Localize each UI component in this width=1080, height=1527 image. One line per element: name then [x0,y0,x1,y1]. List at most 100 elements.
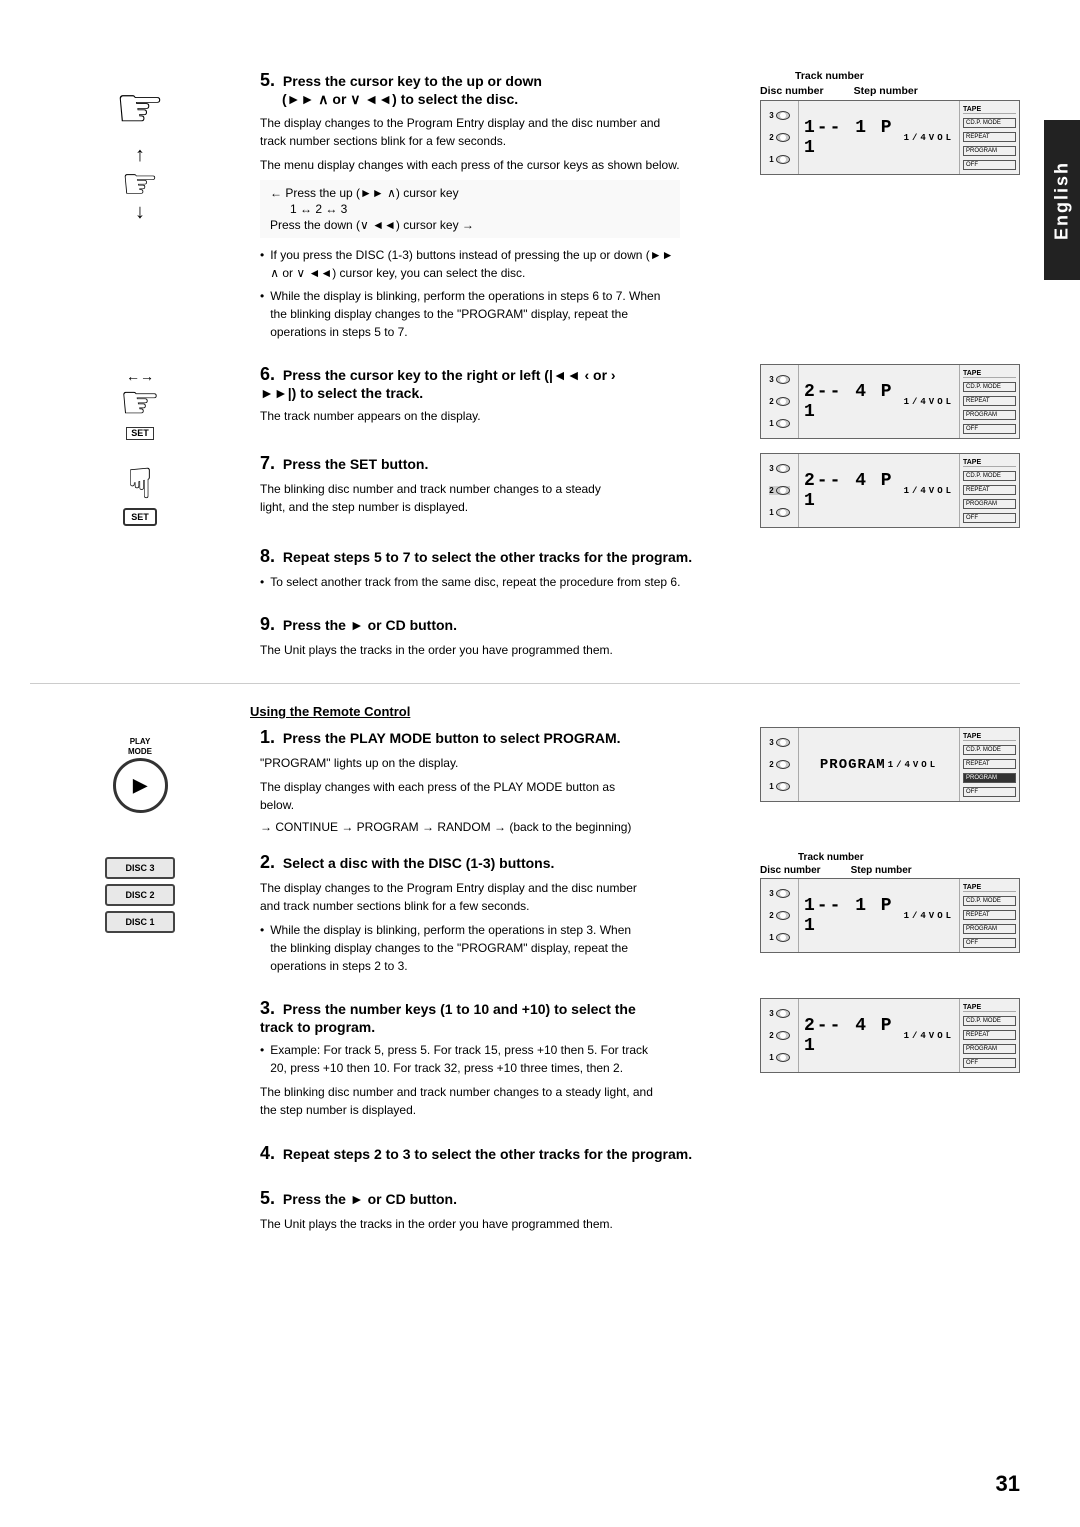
step5-header-text: Press the cursor key to the up or down [283,73,542,89]
cursor-note-block: ← Press the up (►► ∧) cursor key 1 ↔ 2 ↔… [260,180,680,238]
play-mode-icon-container: PLAYMODE ▶ [113,737,168,813]
step5-subheader: (►► ∧ or ∨ ◄◄) to select the disc. [282,91,518,107]
step6-body: The track number appears on the display. [260,407,620,425]
hand-arrows-icon: ↑ ☞ ↓ [121,140,159,224]
r2-label-row2: Disc number Step number [760,865,1020,876]
step5-right: 5. Press the cursor key to the up or dow… [250,70,1020,346]
r-step1-display-unit: 3 2 1 PROGRAM 1/4 [760,727,1020,802]
remote-heading: Using the Remote Control [250,704,1020,719]
step7-body: The blinking disc number and track numbe… [260,480,620,516]
play-mode-label: PLAYMODE [128,737,152,756]
r2-track-num-label: Track number [798,852,864,863]
cursor-up-label: ← Press the up (►► ∧) cursor key [270,186,459,200]
r-step2-header-text: Select a disc with the DISC (1-3) button… [283,855,554,871]
remote-section: Using the Remote Control [30,694,1020,727]
step9-right: 9. Press the ► or CD button. The Unit pl… [250,614,1020,665]
tape-label: TAPE [963,106,1016,114]
disc2-btn-label: DISC 2 [125,890,154,900]
r-step3-number: 3. [260,998,275,1018]
r-step5-left [30,1188,250,1239]
r-step3-header: 3. Press the number keys (1 to 10 and +1… [260,998,660,1035]
step8-row: 8. Repeat steps 5 to 7 to select the oth… [30,546,1020,596]
r3-seg: 2-- 4 P 1 [804,1016,902,1056]
seg-text-1: 1-- 1 P 1 [804,118,902,158]
r-step5-right: 5. Press the ► or CD button. The Unit pl… [250,1188,1020,1239]
program-text: PROGRAM [966,148,997,154]
step5-body1: The display changes to the Program Entry… [260,114,680,150]
r-step4-right: 4. Repeat steps 2 to 3 to select the oth… [250,1143,1020,1170]
r3-seg-text: 2-- 4 P 1 1/4VOL [799,999,959,1072]
step6-right: 6. Press the cursor key to the right or … [250,364,1020,439]
page-container: English ☞ ↑ ☞ ↓ [0,0,1080,1527]
step6-program: PROGRAM [963,410,1016,420]
r3-disc-icons: 3 2 1 [761,999,799,1072]
r2-disc2: 2 [769,911,789,920]
set-label: SET [126,427,154,440]
r2-vol: 1/4VOL [904,911,954,921]
disc2-row: 2 [769,133,789,142]
step6-display-area: 3 2 1 2-- 4 P 1 [760,364,1020,439]
r2-program: PROGRAM [963,924,1016,934]
r-step4-number: 4. [260,1143,275,1163]
seg-text-2: 2-- 4 P 1 [804,382,902,422]
disc3-btn-label: DISC 3 [125,863,154,873]
step7-disc1-icon [776,508,790,517]
r1-program-active: PROGRAM [963,773,1016,783]
r3-program: PROGRAM [963,1044,1016,1054]
r-step3-bullet: Example: For track 5, press 5. For track… [260,1041,660,1077]
step6-cdp: CD.P. MODE [963,382,1016,392]
r-step2-header: 2. Select a disc with the DISC (1-3) but… [260,852,640,873]
cursor-down-note: Press the down (∨ ◄◄) cursor key → [270,218,670,232]
step5-body2-text: The menu display changes with each press… [260,158,680,172]
r2-off: OFF [963,938,1016,948]
disc3-row: 3 [769,111,789,120]
display-disc-icons: 3 2 1 [761,101,799,174]
r-step2-bullet: While the display is blinking, perform t… [260,921,640,975]
r-step2-right: 2. Select a disc with the DISC (1-3) but… [250,852,1020,980]
r-step3-body2-text: The blinking disc number and track numbe… [260,1085,653,1117]
r1-disc3-icon [776,738,790,747]
step7-display-right: TAPE CD.P. MODE REPEAT PROGRAM OFF [959,454,1019,527]
step7-body-text: The blinking disc number and track numbe… [260,482,601,514]
program-seg-text: PROGRAM [820,757,886,773]
step7-set-button: SET [123,508,157,526]
r3-display-right: TAPE CD.P. MODE REPEAT PROGRAM OFF [959,999,1019,1072]
r2-seg: 1-- 1 P 1 [804,896,902,936]
step5-left: ☞ ↑ ☞ ↓ [30,70,250,346]
remote-right: Using the Remote Control [250,694,1020,727]
step6-disc1: 1 [769,419,789,428]
r-step3-body2: The blinking disc number and track numbe… [260,1083,660,1119]
step5-display-area: Track number Disc number Step number 3 [760,70,1020,175]
step7-seg-text: 2-- 4 P 1 1/4VOL [799,454,959,527]
r3-disc1: 1 [769,1053,789,1062]
language-label: English [1052,161,1073,240]
cd-p-mode-badge: CD.P. MODE [963,118,1016,128]
disc-number-label: Disc number [760,85,824,97]
step6-header-text: Press the cursor key to the right or lef… [260,367,616,401]
r-step2-bullet-text: While the display is blinking, perform t… [270,921,640,975]
program-badge: PROGRAM [963,146,1016,156]
r3-cdp: CD.P. MODE [963,1016,1016,1026]
step6-repeat: REPEAT [963,396,1016,406]
r1-disc3: 3 [769,738,789,747]
r2-label-row1: Track number [798,852,1020,863]
step5-bullet2-text: While the display is blinking, perform t… [270,287,680,341]
disc3-icon [776,111,790,120]
r2-disc-icons: 3 2 1 [761,879,799,952]
r2-disc3: 3 [769,889,789,898]
step8-bullet-text: To select another track from the same di… [270,573,680,591]
step5-display-unit: 3 2 1 1-- 1 P 1 [760,100,1020,175]
step6-display-right: TAPE CD.P. MODE REPEAT PROGRAM OFF [959,365,1019,438]
tape-text: TAPE [963,106,981,113]
step5-bullet1-text: If you press the DISC (1-3) buttons inst… [270,246,680,282]
step8-header-text: Repeat steps 5 to 7 to select the other … [283,549,692,565]
r-step1-header-text: Press the PLAY MODE button to select PRO… [283,730,621,746]
r2-disc-num-label: Disc number [760,865,821,876]
disc2-button: DISC 2 [105,884,175,906]
section-step7: ☟ SET 7. Press the SET button. The blink… [30,453,1020,528]
remote-heading-text: Using the Remote Control [250,704,410,719]
r1-disc2-icon [776,760,790,769]
step7-disc2-icon [776,486,790,495]
step7-hand-icon: ☟ [127,463,153,505]
display-seg-text: 1-- 1 P 1 1/4VOL [799,101,959,174]
